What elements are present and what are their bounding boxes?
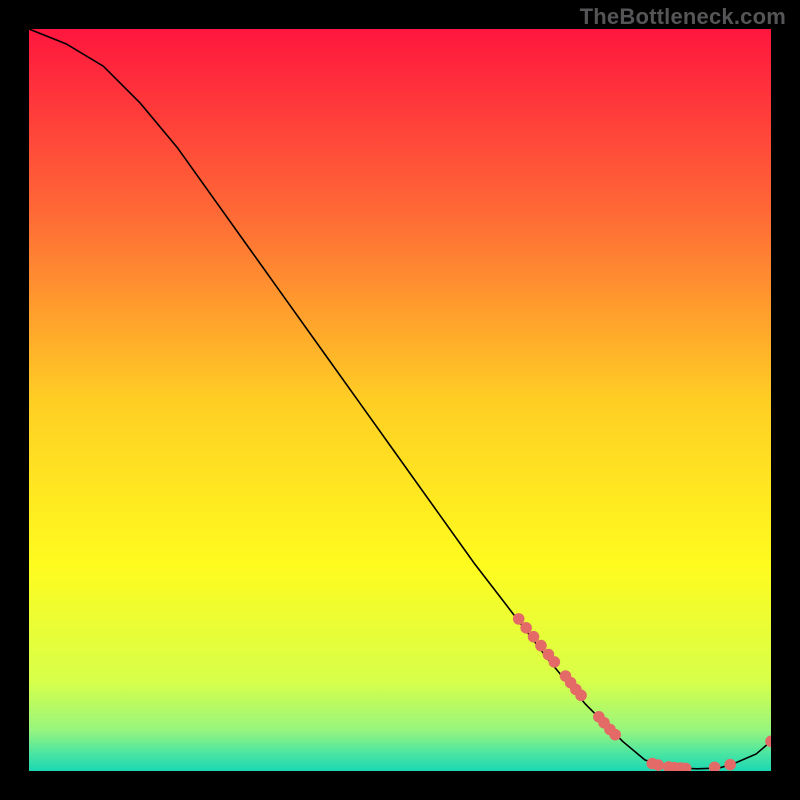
data-marker	[528, 631, 540, 643]
data-marker	[609, 729, 621, 741]
plot-svg	[29, 29, 771, 771]
plot-area	[29, 29, 771, 771]
data-marker	[535, 640, 547, 652]
data-marker	[652, 759, 664, 771]
data-marker	[520, 622, 532, 634]
data-marker	[575, 690, 587, 702]
gradient-background	[29, 29, 771, 771]
watermark-text: TheBottleneck.com	[580, 4, 786, 30]
data-marker	[724, 759, 736, 771]
data-marker	[549, 656, 561, 668]
data-marker	[513, 613, 525, 625]
chart-frame: TheBottleneck.com	[0, 0, 800, 800]
